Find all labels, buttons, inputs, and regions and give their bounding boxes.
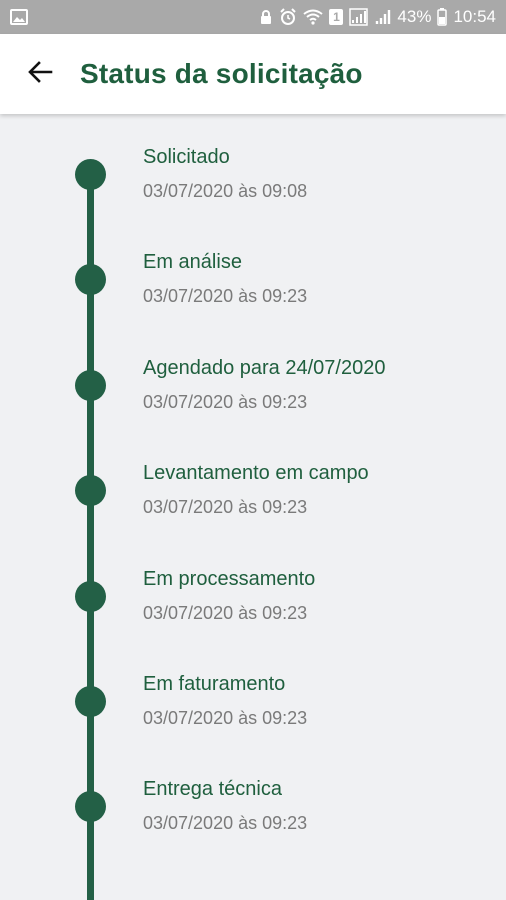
timeline-item: Entrega técnica 03/07/2020 às 09:23: [0, 778, 506, 868]
timeline-item-date: 03/07/2020 às 09:23: [143, 286, 308, 306]
arrow-left-icon: [27, 59, 53, 90]
timeline-item-date: 03/07/2020 às 09:23: [143, 813, 308, 833]
image-notification-icon: [10, 9, 28, 25]
timeline-item-title: Levantamento em campo: [143, 462, 369, 484]
timeline-item-date: 03/07/2020 às 09:23: [143, 497, 308, 517]
battery-percent: 43%: [397, 7, 432, 26]
timeline-item-title: Solicitado: [143, 146, 230, 168]
timeline-item-title: Em faturamento: [143, 673, 286, 695]
lock-icon: [259, 9, 273, 25]
timeline-item: Levantamento em campo 03/07/2020 às 09:2…: [0, 462, 506, 552]
battery-icon: [437, 8, 448, 26]
timeline-dot: [75, 581, 106, 612]
timeline-dot: [75, 159, 106, 190]
back-button[interactable]: [20, 54, 60, 94]
timeline-item-title: Em análise: [143, 251, 242, 273]
timeline-item-date: 03/07/2020 às 09:08: [143, 181, 308, 201]
page-title: Status da solicitação: [80, 58, 363, 89]
timeline-item-date: 03/07/2020 às 09:23: [143, 603, 308, 623]
timeline-item-title: Entrega técnica: [143, 778, 282, 800]
timeline-item: Em processamento 03/07/2020 às 09:23: [0, 568, 506, 658]
timeline-item-date: 03/07/2020 às 09:23: [143, 392, 308, 412]
timeline-item: Em análise 03/07/2020 às 09:23: [0, 251, 506, 341]
timeline-item: Solicitado 03/07/2020 às 09:08: [0, 146, 506, 236]
timeline-dot: [75, 475, 106, 506]
timeline-item-title: Em processamento: [143, 568, 316, 590]
timeline-dot: [75, 370, 106, 401]
sim-card-icon: 1: [329, 9, 344, 25]
timeline-dot: [75, 686, 106, 717]
signal-empty-icon: [349, 8, 369, 26]
status-bar: 1 43% 10:54: [0, 0, 506, 34]
timeline-item: Agendado para 24/07/2020 03/07/2020 às 0…: [0, 357, 506, 447]
timeline-item: Em faturamento 03/07/2020 às 09:23: [0, 673, 506, 763]
timeline-list: Solicitado 03/07/2020 às 09:08 Em anális…: [0, 114, 506, 900]
timeline-dot: [75, 264, 106, 295]
timeline-dot: [75, 791, 106, 822]
timeline-item-title: Agendado para 24/07/2020: [143, 357, 386, 379]
timeline-item-date: 03/07/2020 às 09:23: [143, 708, 308, 728]
alarm-icon: [279, 8, 297, 26]
app-bar: Status da solicitação: [0, 34, 506, 114]
wifi-icon: [303, 9, 324, 25]
clock: 10:54: [453, 7, 496, 26]
signal-icon: [375, 9, 391, 25]
